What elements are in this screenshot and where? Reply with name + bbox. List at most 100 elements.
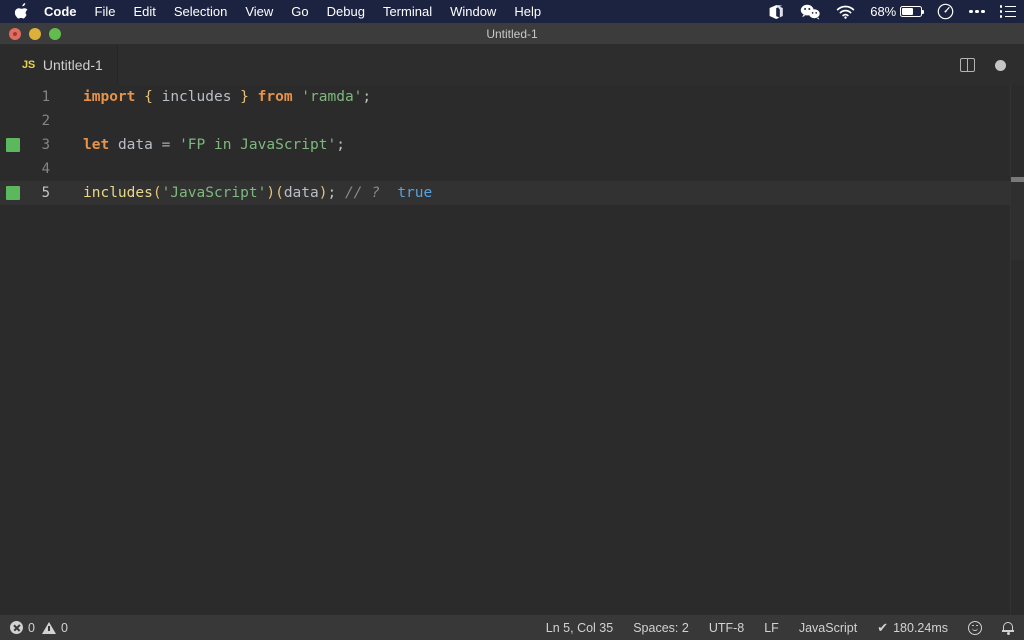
box-icon[interactable] (768, 4, 785, 20)
code-token: // ? (344, 185, 380, 201)
tab-label: Untitled-1 (42, 57, 103, 73)
editor-tab-bar: JS Untitled-1 (0, 45, 1024, 85)
window-title: Untitled-1 (486, 26, 538, 41)
menu-item-terminal[interactable]: Terminal (383, 4, 432, 19)
code-line-text: let data = 'FP in JavaScript'; (58, 137, 345, 153)
status-bar: 0 0 Ln 5, Col 35 Spaces: 2 UTF-8 LF Java… (0, 615, 1024, 640)
code-line[interactable]: 5 includes('JavaScript')(data); // ? true (0, 181, 1024, 205)
menu-item-go[interactable]: Go (291, 4, 308, 19)
problems-warnings[interactable]: 0 (41, 620, 68, 635)
menu-item-code[interactable]: Code (44, 4, 77, 19)
code-line[interactable]: 3 let data = 'FP in JavaScript'; (0, 133, 1024, 157)
code-token: 'FP in JavaScript' (179, 137, 337, 153)
menu-item-debug[interactable]: Debug (327, 4, 365, 19)
scrollbar-shade (1011, 182, 1024, 260)
encoding-setting[interactable]: UTF-8 (709, 621, 744, 635)
code-token: data (117, 137, 153, 153)
code-line-text: import { includes } from 'ramda'; (58, 89, 371, 105)
status-bar-left: 0 0 (10, 621, 68, 635)
code-token: data (283, 185, 319, 201)
menu-item-selection[interactable]: Selection (174, 4, 227, 19)
check-icon: ✔ (877, 619, 889, 635)
code-token: import (83, 89, 136, 105)
smiley-icon (968, 620, 982, 635)
battery-percent-label: 68% (870, 4, 897, 19)
code-lines-container: 1 import { includes } from 'ramda'; 2 3 let … (0, 85, 1024, 205)
tab-bar-actions (960, 58, 1024, 72)
code-line[interactable]: 4 (0, 157, 1024, 181)
status-bar-right: Ln 5, Col 35 Spaces: 2 UTF-8 LF JavaScri… (546, 620, 1014, 636)
battery-icon[interactable]: 68% (870, 4, 925, 19)
menu-item-help[interactable]: Help (514, 4, 541, 19)
code-token: 'JavaScript' (161, 185, 267, 201)
code-line-text: includes('JavaScript')(data); // ? true (58, 185, 432, 201)
quokka-runtime[interactable]: ✔ 180.24ms (877, 620, 948, 636)
code-token: } (240, 89, 249, 105)
eol-setting[interactable]: LF (764, 621, 779, 635)
window-controls (0, 27, 61, 40)
code-token: from (257, 89, 293, 105)
feedback-smiley-button[interactable] (968, 620, 982, 635)
battery-body (900, 6, 925, 17)
line-number: 1 (41, 89, 50, 105)
control-center-icon[interactable] (969, 9, 985, 14)
error-icon (10, 621, 23, 634)
split-editor-icon[interactable] (960, 58, 975, 72)
code-token: ) (266, 185, 276, 201)
line-number: 2 (41, 113, 50, 129)
code-token: includes (83, 185, 153, 201)
minimize-button[interactable] (29, 27, 41, 40)
cursor-position[interactable]: Ln 5, Col 35 (546, 621, 613, 635)
battery-fill (902, 8, 914, 15)
runtime-value: 180.24ms (893, 620, 948, 635)
bell-icon (1002, 621, 1014, 635)
window-title-bar: Untitled-1 (0, 23, 1024, 45)
indentation-setting[interactable]: Spaces: 2 (633, 621, 689, 635)
code-token: ; (327, 185, 337, 201)
code-editor[interactable]: 1 import { includes } from 'ramda'; 2 3 let … (0, 85, 1024, 615)
editor-scrollbar[interactable] (1010, 85, 1024, 615)
line-number: 4 (41, 161, 50, 177)
code-token: let (83, 137, 110, 153)
clock-icon[interactable] (937, 3, 954, 20)
problems-errors[interactable]: 0 (10, 621, 35, 635)
menu-item-edit[interactable]: Edit (133, 4, 155, 19)
code-token: ( (152, 185, 162, 201)
code-token: ( (275, 185, 284, 201)
menu-item-file[interactable]: File (95, 4, 116, 19)
macos-menu-bar: Code File Edit Selection View Go Debug T… (0, 0, 1024, 23)
close-button[interactable] (9, 27, 21, 40)
unsaved-indicator-icon[interactable] (995, 59, 1006, 71)
coverage-marker-icon (6, 138, 20, 152)
language-mode[interactable]: JavaScript (799, 621, 857, 635)
code-line[interactable]: 1 import { includes } from 'ramda'; (0, 85, 1024, 109)
list-icon[interactable] (999, 5, 1016, 18)
code-line[interactable]: 2 (0, 109, 1024, 133)
code-token: { (144, 89, 153, 105)
code-token: ; (362, 89, 372, 105)
code-token: includes (161, 89, 232, 105)
coverage-marker-icon (6, 186, 20, 200)
error-count: 0 (28, 620, 35, 635)
code-token: 'ramda' (301, 89, 363, 105)
code-token: true (397, 185, 433, 201)
warning-count: 0 (60, 620, 68, 635)
wechat-icon[interactable] (800, 4, 821, 20)
menu-item-view[interactable]: View (245, 4, 273, 19)
wifi-icon[interactable] (836, 5, 855, 19)
apple-menu-icon[interactable] (14, 2, 28, 19)
tab-untitled-1[interactable]: JS Untitled-1 (0, 45, 118, 85)
menu-item-window[interactable]: Window (450, 4, 496, 19)
notifications-button[interactable] (1002, 621, 1014, 635)
zoom-button[interactable] (49, 27, 61, 40)
